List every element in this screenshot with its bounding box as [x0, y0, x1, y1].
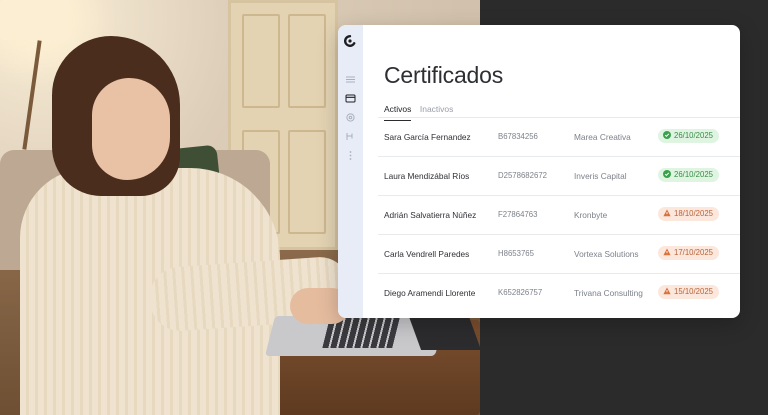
logo-icon[interactable]: [344, 35, 356, 47]
holder-name: Diego Aramendi Llorente: [384, 288, 476, 298]
sidebar-rail: [338, 25, 363, 318]
table-row[interactable]: Diego Aramendi Llorente K652826757 Triva…: [378, 273, 740, 312]
holder-name: Adrián Salvatierra Núñez: [384, 210, 477, 220]
document-id: D2578682672: [498, 171, 547, 180]
tab-bar: Activos Inactivos: [384, 99, 457, 121]
status-badge: 18/10/2025: [658, 207, 720, 221]
warning-icon: [663, 287, 671, 295]
flow-icon[interactable]: [345, 131, 356, 142]
warning-icon: [663, 248, 671, 256]
check-circle-icon: [663, 170, 671, 178]
document-id: F27864763: [498, 210, 538, 219]
main-content: Certificados Activos Inactivos Sara Garc…: [363, 25, 740, 318]
table-row[interactable]: Carla Vendrell Paredes H8653765 Vortexa …: [378, 234, 740, 273]
gear-icon[interactable]: [345, 112, 356, 123]
table-row[interactable]: Laura Mendizábal Ríos D2578682672 Inveri…: [378, 156, 740, 195]
holder-name: Carla Vendrell Paredes: [384, 249, 470, 259]
tab-inactivos[interactable]: Inactivos: [420, 104, 454, 114]
lamp: [0, 0, 70, 40]
company-name: Marea Creativa: [574, 132, 631, 142]
status-badge: 26/10/2025: [658, 168, 720, 182]
table-row[interactable]: Sara García Fernandez B67834256 Marea Cr…: [378, 117, 740, 156]
page-title: Certificados: [384, 62, 504, 88]
status-badge: 17/10/2025: [658, 246, 720, 260]
person-face: [92, 78, 170, 180]
document-id: H8653765: [498, 249, 534, 258]
app-window: Certificados Activos Inactivos Sara Garc…: [338, 25, 740, 318]
status-badge: 15/10/2025: [658, 285, 720, 299]
more-icon[interactable]: [345, 150, 356, 161]
certificates-list: Sara García Fernandez B67834256 Marea Cr…: [378, 117, 740, 312]
check-circle-icon: [663, 131, 671, 139]
company-name: Trivana Consulting: [574, 288, 643, 298]
menu-icon[interactable]: [345, 74, 356, 85]
table-row[interactable]: Adrián Salvatierra Núñez F27864763 Kronb…: [378, 195, 740, 234]
warning-icon: [663, 209, 671, 217]
card-icon[interactable]: [345, 93, 356, 104]
company-name: Kronbyte: [574, 210, 608, 220]
holder-name: Sara García Fernandez: [384, 132, 471, 142]
document-id: B67834256: [498, 132, 538, 141]
holder-name: Laura Mendizábal Ríos: [384, 171, 470, 181]
status-badge: 26/10/2025: [658, 129, 720, 143]
company-name: Inveris Capital: [574, 171, 627, 181]
company-name: Vortexa Solutions: [574, 249, 639, 259]
document-id: K652826757: [498, 288, 543, 297]
